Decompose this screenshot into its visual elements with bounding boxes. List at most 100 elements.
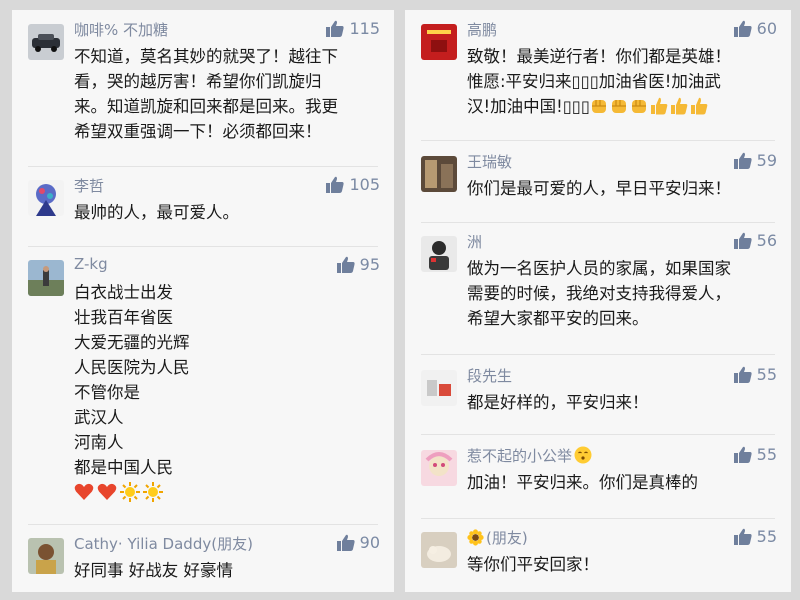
comment-line: 惟愿:平安归来▯▯▯加油省医!加油武 bbox=[467, 72, 721, 91]
comment-line: 河南人 bbox=[74, 433, 124, 452]
thumbs-up-icon bbox=[650, 97, 668, 115]
comment-text: 加油！平安归来。你们是真棒的 bbox=[467, 470, 779, 495]
like-count: 95 bbox=[359, 255, 380, 274]
sunflower-icon bbox=[467, 529, 484, 546]
left-comment-panel: 咖啡% 不加糖 115 不知道，莫名其妙的就哭了！越往下 看，哭的越厉害！希望你… bbox=[12, 10, 394, 592]
comment-line: 来。知道凯旋和回来都是回来。我更 bbox=[74, 97, 338, 116]
like-button[interactable]: 56 bbox=[733, 231, 777, 250]
right-comment-panel: 高鹏 60 致敬！最美逆行者！你们都是英雄！ 惟愿:平安归来▯▯▯加油省医!加油… bbox=[405, 10, 791, 592]
comment-text: 白衣战士出发 壮我百年省医 大爱无疆的光辉 人民医院为人民 不管你是 武汉人 河… bbox=[74, 280, 382, 505]
like-button[interactable]: 105 bbox=[326, 175, 380, 194]
comment-line: 希望大家都平安的回来。 bbox=[467, 309, 649, 328]
comment-line: 武汉人 bbox=[74, 408, 124, 427]
like-count: 90 bbox=[359, 533, 380, 552]
divider bbox=[421, 354, 775, 355]
like-button[interactable]: 115 bbox=[326, 19, 380, 38]
comment-username[interactable]: Z-kg bbox=[74, 255, 108, 273]
like-count: 55 bbox=[756, 527, 777, 546]
comment-line: 不管你是 bbox=[74, 383, 140, 402]
thumbs-up-icon bbox=[733, 528, 752, 545]
divider bbox=[28, 246, 378, 247]
comment-username[interactable]: Cathy· Yilia Daddy(朋友) bbox=[74, 533, 253, 554]
avatar[interactable] bbox=[421, 370, 457, 406]
comment-line: 大爱无疆的光辉 bbox=[74, 333, 190, 352]
username-text: (朋友) bbox=[486, 529, 528, 547]
thumbs-up-icon bbox=[336, 534, 355, 551]
comment-item: Cathy· Yilia Daddy(朋友) 90 好同事 好战友 好豪情 bbox=[12, 530, 394, 592]
avatar[interactable] bbox=[421, 236, 457, 272]
like-button[interactable]: 90 bbox=[336, 533, 380, 552]
comment-text: 不知道，莫名其妙的就哭了！越往下 看，哭的越厉害！希望你们凯旋归 来。知道凯旋和… bbox=[74, 44, 382, 144]
like-button[interactable]: 55 bbox=[733, 527, 777, 546]
comment-line: 人民医院为人民 bbox=[74, 358, 190, 377]
divider bbox=[421, 222, 775, 223]
fist-icon bbox=[611, 100, 626, 113]
thumbs-up-icon bbox=[690, 97, 708, 115]
comment-username[interactable]: 洲 bbox=[467, 231, 482, 252]
like-button[interactable]: 60 bbox=[733, 19, 777, 38]
sun-icon bbox=[143, 482, 163, 502]
comment-line: 都是中国人民 bbox=[74, 458, 173, 477]
like-count: 56 bbox=[756, 231, 777, 250]
divider bbox=[421, 518, 775, 519]
like-count: 60 bbox=[756, 19, 777, 38]
like-button[interactable]: 95 bbox=[336, 255, 380, 274]
thumbs-up-icon bbox=[326, 20, 345, 37]
comment-line: 等你们平安回家！ bbox=[467, 555, 599, 574]
thumbs-up-icon bbox=[733, 366, 752, 383]
like-button[interactable]: 59 bbox=[733, 151, 777, 170]
heart-icon bbox=[97, 483, 117, 500]
comment-item: 咖啡% 不加糖 115 不知道，莫名其妙的就哭了！越往下 看，哭的越厉害！希望你… bbox=[12, 16, 394, 166]
fist-icon bbox=[591, 100, 606, 113]
like-count: 105 bbox=[349, 175, 380, 194]
like-button[interactable]: 55 bbox=[733, 365, 777, 384]
comment-line: 汉!加油中国!▯▯▯ bbox=[467, 97, 590, 116]
emoji-line bbox=[74, 480, 382, 505]
avatar[interactable] bbox=[421, 24, 457, 60]
comment-username[interactable]: (朋友) bbox=[467, 527, 528, 548]
comment-line-with-emojis: 汉!加油中国!▯▯▯ bbox=[467, 94, 779, 119]
divider bbox=[28, 166, 378, 167]
avatar[interactable] bbox=[28, 24, 64, 60]
comment-username[interactable]: 高鹏 bbox=[467, 19, 497, 40]
comment-item: 洲 56 做为一名医护人员的家属，如果国家 需要的时候，我绝对支持我得爱人， 希… bbox=[405, 228, 791, 348]
avatar[interactable] bbox=[421, 450, 457, 486]
comment-username[interactable]: 李哲 bbox=[74, 175, 104, 196]
comment-line: 做为一名医护人员的家属，如果国家 bbox=[467, 259, 731, 278]
avatar[interactable] bbox=[28, 538, 64, 574]
sun-icon bbox=[120, 482, 140, 502]
comment-username[interactable]: 段先生 bbox=[467, 365, 512, 386]
avatar[interactable] bbox=[421, 532, 457, 568]
comment-item: 段先生 55 都是好样的，平安归来！ bbox=[405, 362, 791, 432]
heart-icon bbox=[74, 483, 94, 500]
comment-text: 都是好样的，平安归来！ bbox=[467, 390, 779, 415]
like-count: 115 bbox=[349, 19, 380, 38]
thumbs-up-icon bbox=[326, 176, 345, 193]
thumbs-up-icon bbox=[733, 20, 752, 37]
comment-text: 致敬！最美逆行者！你们都是英雄！ 惟愿:平安归来▯▯▯加油省医!加油武 汉!加油… bbox=[467, 44, 779, 119]
avatar[interactable] bbox=[28, 180, 64, 216]
comment-text: 最帅的人，最可爱人。 bbox=[74, 200, 382, 225]
thumbs-up-icon bbox=[336, 256, 355, 273]
comment-line: 希望双重强调一下！必须都回来！ bbox=[74, 122, 322, 141]
thumbs-up-icon bbox=[733, 152, 752, 169]
comment-username[interactable]: 咖啡% 不加糖 bbox=[74, 19, 168, 40]
comment-item: (朋友) 55 等你们平安回家！ bbox=[405, 524, 791, 592]
comment-item: 王瑞敏 59 你们是最可爱的人，早日平安归来！ bbox=[405, 148, 791, 218]
comment-line: 需要的时候，我绝对支持我得爱人， bbox=[467, 284, 731, 303]
fist-icon bbox=[631, 100, 646, 113]
like-button[interactable]: 55 bbox=[733, 445, 777, 464]
kiss-face-icon bbox=[574, 446, 592, 464]
comment-username[interactable]: 惹不起的小公举 bbox=[467, 445, 592, 466]
like-count: 55 bbox=[756, 365, 777, 384]
comment-username[interactable]: 王瑞敏 bbox=[467, 151, 512, 172]
avatar[interactable] bbox=[28, 260, 64, 296]
divider bbox=[421, 434, 775, 435]
comment-line: 都是好样的，平安归来！ bbox=[467, 393, 649, 412]
comment-item: 李哲 105 最帅的人，最可爱人。 bbox=[12, 172, 394, 242]
comment-item: 惹不起的小公举 55 加油！平安归来。你们是真棒的 bbox=[405, 442, 791, 512]
divider bbox=[421, 140, 775, 141]
avatar[interactable] bbox=[421, 156, 457, 192]
comment-line: 你们是最可爱的人，早日平安归来！ bbox=[467, 179, 731, 198]
thumbs-up-icon bbox=[733, 232, 752, 249]
